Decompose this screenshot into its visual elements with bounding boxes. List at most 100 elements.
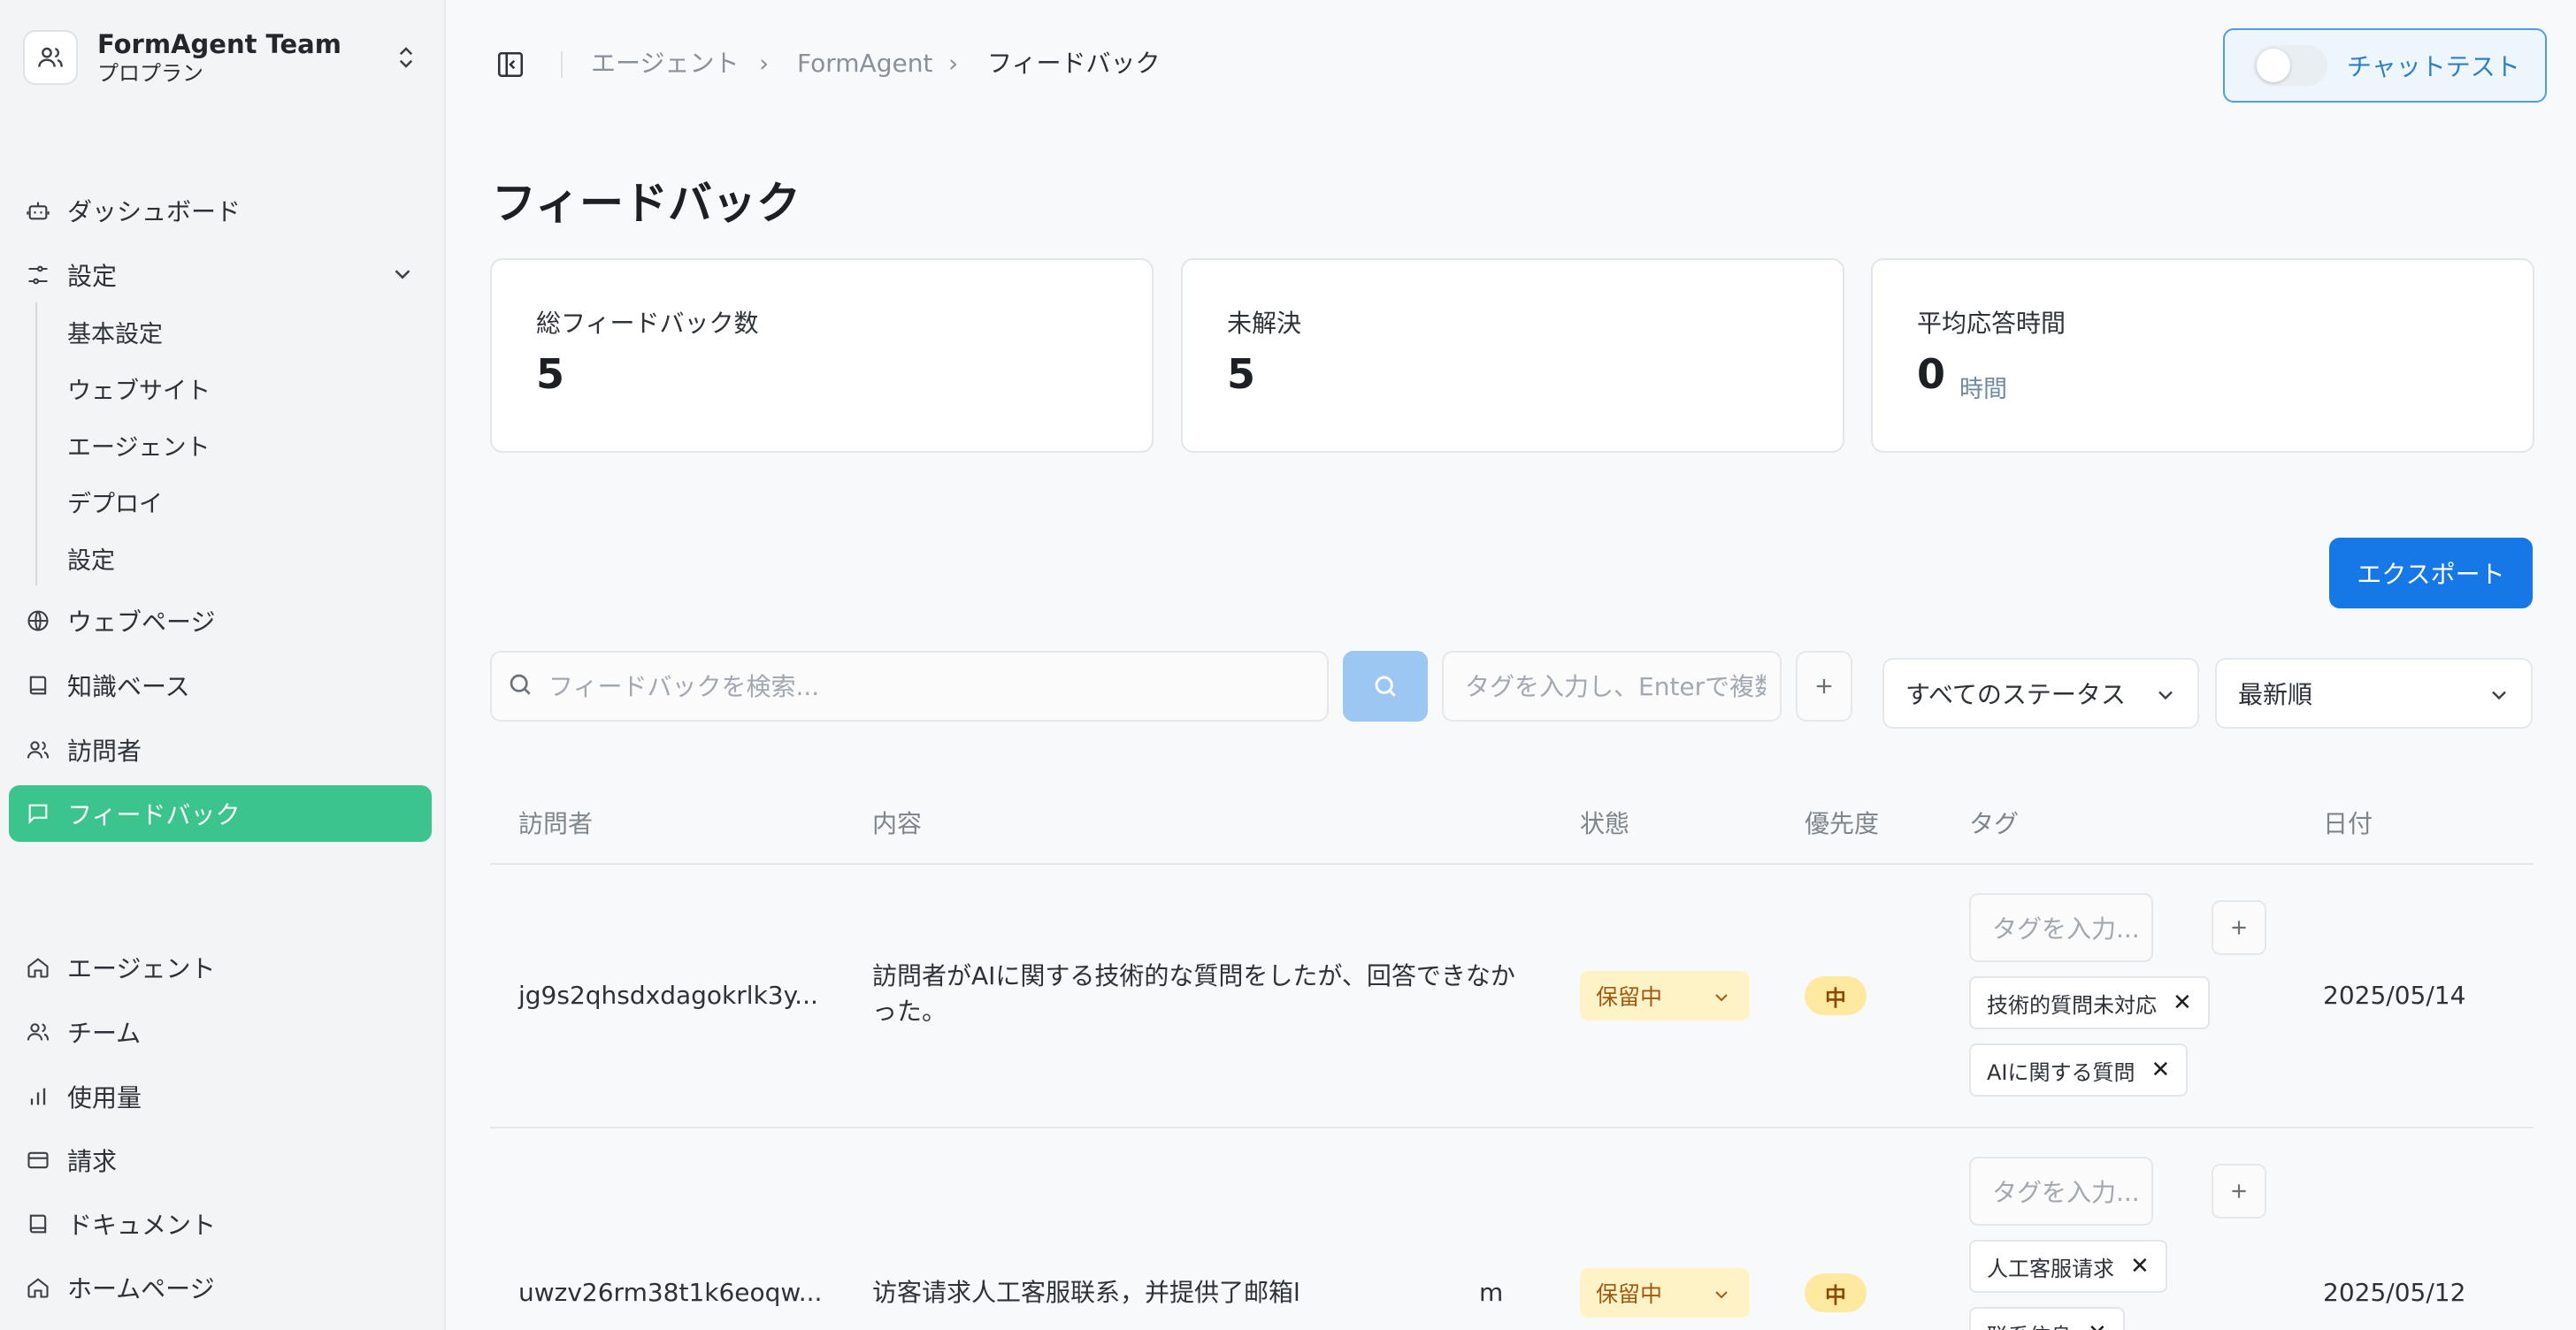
visitor-id[interactable]: jg9s2qhsdxdagokrlk3y... [518, 978, 818, 1013]
bot-icon [23, 195, 53, 225]
subnav-deploy[interactable]: デプロイ [67, 479, 163, 524]
breadcrumb-chevron-icon: › [948, 49, 959, 78]
search-field [490, 651, 1329, 722]
add-tag-button[interactable] [2212, 1164, 2266, 1219]
table-divider [490, 863, 2534, 865]
sidebar-item-docs[interactable]: ドキュメント [9, 1196, 432, 1252]
tag-chip: 联系信息 ✕ [1969, 1307, 2125, 1330]
export-button[interactable]: エクスポート [2329, 538, 2533, 608]
sidebar-item-label: 使用量 [67, 1083, 142, 1112]
tag-chip: AIに関する質問 ✕ [1969, 1043, 2189, 1097]
sidebar-item-label: フィードバック [67, 800, 241, 829]
chevron-down-icon [389, 261, 416, 294]
credit-card-icon [23, 1145, 53, 1175]
tag-label: AIに関する質問 [1987, 1059, 2135, 1085]
subnav-settings[interactable]: 設定 [67, 536, 115, 580]
breadcrumb-chevron-icon: › [759, 49, 770, 78]
visitor-id[interactable]: uwzv26rm38t1k6eoqw... [518, 1275, 822, 1311]
sidebar-item-label: ドキュメント [67, 1211, 217, 1240]
chevron-down-icon [1711, 987, 1732, 1013]
feedback-content-line: m [1479, 1278, 1504, 1307]
stat-card-total: 総フィードバック数 5 [490, 258, 1154, 453]
globe-icon [23, 606, 53, 636]
sidebar-item-agents[interactable]: エージェント [9, 939, 432, 996]
book-icon [23, 670, 53, 700]
remove-tag-icon[interactable]: ✕ [2130, 1253, 2150, 1280]
sidebar-item-homepage[interactable]: ホームページ [9, 1259, 432, 1316]
row-tag-input[interactable]: タグを入力... [1969, 1157, 2153, 1226]
add-tag-button[interactable] [2212, 900, 2266, 955]
sort-value: 最新順 [2238, 680, 2313, 709]
column-header-status: 状態 [1580, 809, 1630, 838]
team-icon [23, 30, 78, 85]
chat-test-toggle[interactable]: チャットテスト [2223, 28, 2547, 103]
sidebar-item-knowledge[interactable]: 知識ベース [9, 657, 432, 714]
home-icon [23, 1273, 53, 1303]
stat-card-avg-response: 平均応答時間 0 時間 [1871, 258, 2534, 453]
team-switcher[interactable]: FormAgent Team プロプラン [23, 27, 421, 88]
subnav-line [35, 302, 37, 585]
feedback-content-line: 访客请求人工客服联系，并提供了邮箱l [872, 1278, 1300, 1307]
stat-label: 平均応答時間 [1917, 309, 2066, 338]
sidebar-item-billing[interactable]: 請求 [9, 1132, 432, 1189]
sort-select[interactable]: 最新順 [2215, 658, 2533, 729]
sidebar-item-label: ダッシュボード [67, 197, 242, 226]
tag-filter-field [1442, 651, 1782, 722]
sidebar-item-settings[interactable]: 設定 [9, 247, 432, 303]
tag-filter-input[interactable] [1465, 671, 1766, 701]
add-tag-filter-button[interactable] [1796, 651, 1852, 722]
chevron-up-down-icon [393, 42, 419, 76]
status-select[interactable]: 保留中 [1580, 1268, 1750, 1318]
sidebar-item-label: ホームページ [67, 1274, 215, 1303]
breadcrumb-formagent[interactable]: FormAgent [797, 48, 932, 80]
search-icon [506, 670, 534, 702]
column-header-priority: 優先度 [1805, 809, 1880, 838]
sidebar-toggle-icon[interactable] [495, 50, 525, 83]
sidebar-item-label: 知識ベース [67, 672, 190, 701]
remove-tag-icon[interactable]: ✕ [2173, 990, 2192, 1016]
sidebar-item-label: 訪問者 [67, 737, 142, 766]
remove-tag-icon[interactable]: ✕ [2151, 1057, 2171, 1083]
sidebar-item-visitors[interactable]: 訪問者 [9, 722, 432, 778]
column-header-content: 内容 [872, 809, 923, 838]
search-button[interactable] [1343, 651, 1428, 722]
stat-value: 5 [1227, 350, 1256, 398]
sidebar-item-usage[interactable]: 使用量 [9, 1068, 432, 1125]
chevron-down-icon [2487, 683, 2511, 714]
message-square-icon [23, 799, 53, 829]
topbar-divider [561, 51, 563, 78]
feedback-date: 2025/05/14 [2323, 981, 2466, 1010]
subnav-basic-settings[interactable]: 基本設定 [67, 310, 163, 354]
column-header-date: 日付 [2323, 809, 2373, 838]
users-icon [23, 1017, 53, 1047]
sidebar: FormAgent Team プロプラン ダッシュボード 設定 基本設定 ウェブ… [0, 0, 446, 1330]
sidebar-item-webpages[interactable]: ウェブページ [9, 592, 432, 649]
tag-label: 人工客服请求 [1987, 1256, 2114, 1281]
remove-tag-icon[interactable]: ✕ [2088, 1320, 2107, 1330]
breadcrumb-current: フィードバック [987, 49, 1161, 78]
status-filter-select[interactable]: すべてのステータス [1882, 658, 2199, 729]
subnav-agent[interactable]: エージェント [67, 423, 210, 467]
sidebar-item-label: チーム [67, 1019, 142, 1048]
search-input[interactable] [548, 671, 1292, 701]
team-name: FormAgent Team [97, 29, 341, 59]
page-title: フィードバック [492, 178, 801, 229]
breadcrumb-agents[interactable]: エージェント [591, 48, 739, 80]
stat-unit: 時間 [1959, 376, 2007, 403]
sidebar-item-dashboard[interactable]: ダッシュボード [9, 182, 432, 239]
column-header-tags: タグ [1969, 809, 2020, 838]
tag-label: 技術的質問未対応 [1987, 992, 2157, 1018]
stat-card-open: 未解決 5 [1181, 258, 1844, 453]
status-value: 保留中 [1596, 1281, 1663, 1307]
chat-test-switch[interactable] [2253, 45, 2327, 86]
stat-value: 0 [1917, 350, 1946, 398]
sidebar-item-feedback[interactable]: フィードバック [9, 785, 432, 842]
sidebar-item-team[interactable]: チーム [9, 1004, 432, 1060]
row-tag-input[interactable]: タグを入力... [1969, 893, 2153, 962]
feedback-date: 2025/05/12 [2323, 1278, 2466, 1307]
stat-value: 5 [536, 350, 565, 398]
status-select[interactable]: 保留中 [1580, 971, 1750, 1020]
subnav-website[interactable]: ウェブサイト [67, 366, 211, 410]
priority-badge: 中 [1805, 1273, 1867, 1312]
chevron-down-icon [1711, 1284, 1732, 1311]
